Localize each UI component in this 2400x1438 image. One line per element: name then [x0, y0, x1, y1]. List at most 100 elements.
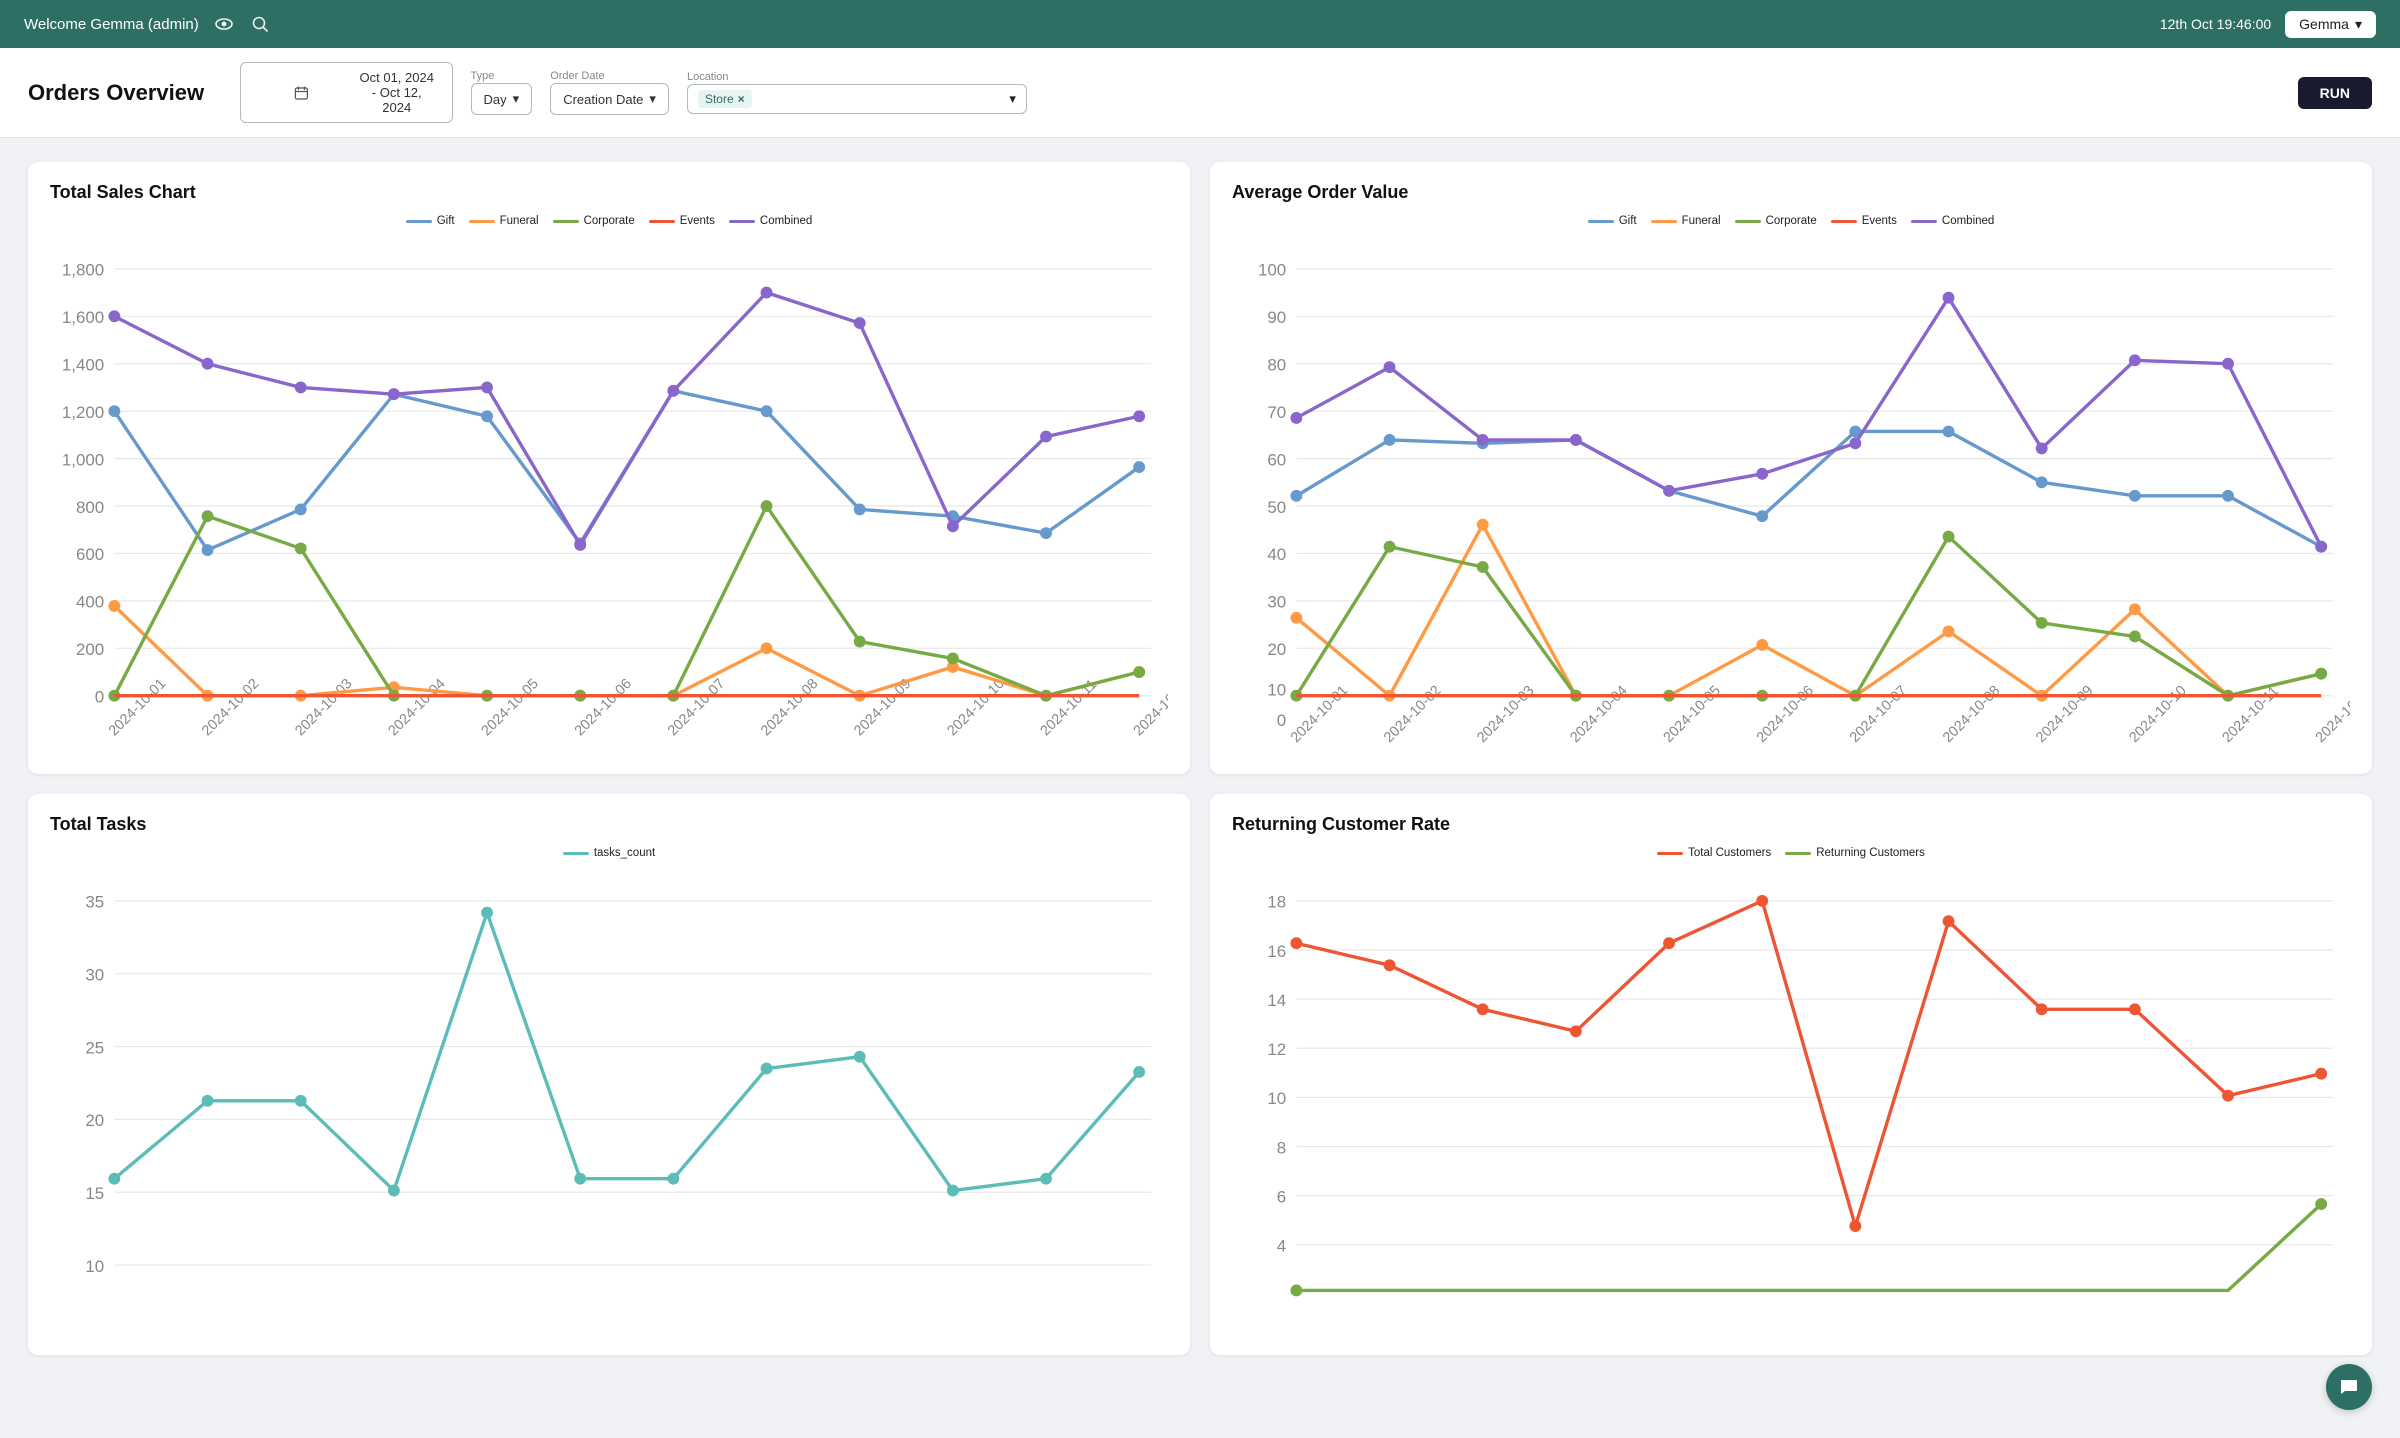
legend-corporate-2: Corporate — [1735, 215, 1817, 227]
order-date-dropdown[interactable]: Creation Date ▾ — [550, 83, 669, 115]
svg-text:1,800: 1,800 — [62, 261, 104, 280]
svg-text:2024-10-12: 2024-10-12 — [1131, 676, 1168, 739]
returning-customer-legend: Total Customers Returning Customers — [1232, 847, 2350, 859]
date-range-label: Oct 01, 2024 - Oct 12, 2024 — [356, 70, 438, 115]
svg-text:2024-10-10: 2024-10-10 — [944, 676, 1007, 739]
svg-text:2024-10-02: 2024-10-02 — [199, 676, 262, 739]
svg-text:35: 35 — [85, 893, 104, 912]
user-menu-button[interactable]: Gemma ▾ — [2285, 11, 2376, 38]
svg-text:2024-10-05: 2024-10-05 — [479, 676, 542, 739]
avg-order-value-chart-card: Average Order Value Gift Funeral Corpora… — [1210, 162, 2372, 774]
legend-events-2: Events — [1831, 215, 1897, 227]
type-chevron-icon: ▾ — [513, 91, 520, 107]
location-tag-label: Store — [705, 92, 734, 106]
svg-text:2024-10-03: 2024-10-03 — [292, 676, 355, 739]
total-tasks-svg-wrap: 35 30 25 20 15 10 — [50, 867, 1168, 1341]
svg-text:2024-10-08: 2024-10-08 — [758, 676, 821, 739]
total-sales-title: Total Sales Chart — [50, 182, 1168, 203]
date-range-button[interactable]: Oct 01, 2024 - Oct 12, 2024 — [240, 62, 452, 123]
search-icon[interactable] — [249, 13, 271, 35]
svg-text:2024-10-10: 2024-10-10 — [2126, 683, 2189, 746]
order-date-value: Creation Date — [563, 92, 643, 107]
total-tasks-svg: 35 30 25 20 15 10 — [50, 867, 1168, 1341]
total-tasks-legend: tasks_count — [50, 847, 1168, 859]
svg-text:200: 200 — [76, 640, 104, 659]
type-dropdown[interactable]: Day ▾ — [471, 83, 533, 115]
type-label: Type — [471, 70, 533, 82]
svg-text:10: 10 — [1267, 681, 1286, 700]
location-dropdown[interactable]: Store × ▾ — [687, 84, 1027, 114]
total-sales-legend: Gift Funeral Corporate Events Combined — [50, 215, 1168, 227]
type-dropdown-wrap: Type Day ▾ — [471, 70, 533, 115]
svg-text:1,200: 1,200 — [62, 403, 104, 422]
svg-text:1,400: 1,400 — [62, 356, 104, 375]
returning-customer-svg: 18 16 14 12 10 8 6 4 — [1232, 867, 2350, 1341]
svg-text:12: 12 — [1267, 1040, 1286, 1059]
svg-text:2024-10-01: 2024-10-01 — [106, 676, 169, 739]
remove-location-tag-button[interactable]: × — [738, 92, 745, 106]
svg-text:25: 25 — [85, 1038, 104, 1057]
order-date-dropdown-wrap: Order Date Creation Date ▾ — [550, 70, 669, 115]
legend-gift: Gift — [406, 215, 455, 227]
avg-order-svg-wrap: 100 90 80 70 60 50 40 30 20 10 0 — [1232, 235, 2350, 760]
order-date-label: Order Date — [550, 70, 669, 82]
legend-tasks: tasks_count — [563, 847, 655, 859]
header: Welcome Gemma (admin) 12th Oct 19:46:00 … — [0, 0, 2400, 48]
total-tasks-title: Total Tasks — [50, 814, 1168, 835]
returning-customer-svg-wrap: 18 16 14 12 10 8 6 4 — [1232, 867, 2350, 1341]
main-content: Total Sales Chart Gift Funeral Corporate… — [0, 138, 2400, 1379]
svg-text:100: 100 — [1258, 261, 1286, 280]
location-dropdown-wrap: Location Store × ▾ — [687, 71, 1047, 114]
legend-returning-customers: Returning Customers — [1785, 847, 1925, 859]
location-chevron-icon: ▾ — [1009, 91, 1016, 107]
svg-text:0: 0 — [1277, 711, 1286, 730]
order-date-chevron-icon: ▾ — [649, 91, 656, 107]
legend-total-customers: Total Customers — [1657, 847, 1771, 859]
returning-customer-title: Returning Customer Rate — [1232, 814, 2350, 835]
svg-text:90: 90 — [1267, 308, 1286, 327]
svg-text:400: 400 — [76, 593, 104, 612]
username-label: Gemma — [2299, 16, 2349, 32]
svg-text:10: 10 — [85, 1257, 104, 1276]
datetime-text: 12th Oct 19:46:00 — [2160, 16, 2271, 32]
legend-combined-2: Combined — [1911, 215, 1994, 227]
legend-funeral: Funeral — [469, 215, 539, 227]
svg-text:600: 600 — [76, 545, 104, 564]
type-value: Day — [484, 92, 507, 107]
total-sales-svg-wrap: 1,800 1,600 1,400 1,200 1,000 800 600 40… — [50, 235, 1168, 760]
avg-order-svg: 100 90 80 70 60 50 40 30 20 10 0 — [1232, 235, 2350, 760]
toolbar: Orders Overview Oct 01, 2024 - Oct 12, 2… — [0, 48, 2400, 138]
total-sales-chart-card: Total Sales Chart Gift Funeral Corporate… — [28, 162, 1190, 774]
header-left: Welcome Gemma (admin) — [24, 13, 271, 35]
svg-text:8: 8 — [1277, 1138, 1286, 1157]
svg-text:16: 16 — [1267, 942, 1286, 961]
svg-text:15: 15 — [85, 1184, 104, 1203]
svg-text:6: 6 — [1277, 1188, 1286, 1207]
svg-text:18: 18 — [1267, 893, 1286, 912]
chat-icon — [2326, 1376, 2372, 1398]
svg-text:0: 0 — [95, 688, 104, 707]
svg-text:80: 80 — [1267, 356, 1286, 375]
svg-text:800: 800 — [76, 498, 104, 517]
svg-text:20: 20 — [1267, 640, 1286, 659]
svg-text:14: 14 — [1267, 991, 1286, 1010]
svg-text:30: 30 — [85, 966, 104, 985]
calendar-icon — [255, 86, 348, 100]
avg-order-title: Average Order Value — [1232, 182, 2350, 203]
legend-funeral-2: Funeral — [1651, 215, 1721, 227]
chat-fab-button[interactable] — [2326, 1364, 2372, 1410]
chevron-down-icon: ▾ — [2355, 16, 2362, 33]
svg-text:2024-10-12: 2024-10-12 — [2313, 683, 2350, 746]
svg-text:40: 40 — [1267, 545, 1286, 564]
run-button[interactable]: RUN — [2298, 77, 2372, 109]
page-title: Orders Overview — [28, 80, 204, 106]
welcome-text: Welcome Gemma (admin) — [24, 16, 199, 33]
svg-text:60: 60 — [1267, 450, 1286, 469]
legend-events: Events — [649, 215, 715, 227]
svg-text:2024-10-09: 2024-10-09 — [851, 676, 914, 739]
svg-text:10: 10 — [1267, 1089, 1286, 1108]
svg-text:50: 50 — [1267, 498, 1286, 517]
svg-text:30: 30 — [1267, 593, 1286, 612]
legend-combined: Combined — [729, 215, 812, 227]
eye-icon[interactable] — [213, 13, 235, 35]
